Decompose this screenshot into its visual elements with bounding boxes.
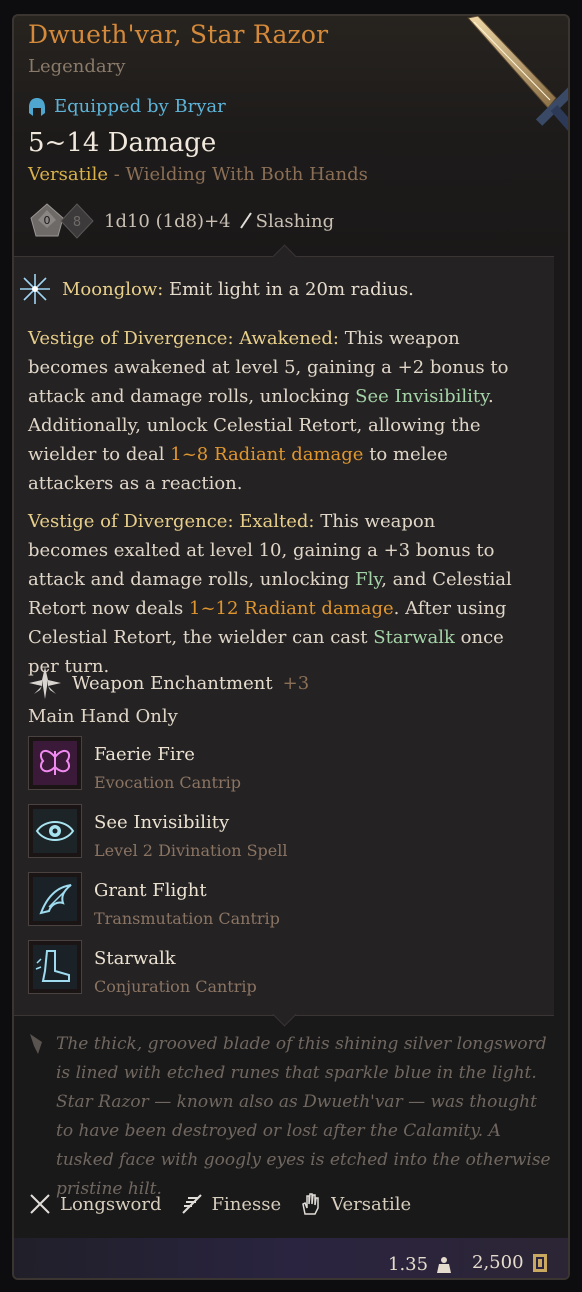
- item-tooltip: Dwueth'var, Star Razor Legendary Equippe…: [12, 14, 570, 1280]
- exalted-description: Vestige of Divergence: Exalted: This wea…: [28, 507, 518, 681]
- price-value: 2,500: [472, 1252, 524, 1273]
- equipped-status: Equipped by Bryar: [28, 96, 226, 117]
- property-label: Longsword: [60, 1193, 162, 1215]
- property-label: Versatile: [331, 1193, 412, 1215]
- awakened-damage: 1~8 Radiant damage: [170, 444, 364, 465]
- enchantment-label: Weapon Enchantment: [72, 672, 273, 694]
- spell-name: Starwalk: [94, 948, 176, 969]
- awakened-title: Vestige of Divergence: Awakened:: [28, 328, 339, 349]
- svg-text:0: 0: [44, 214, 51, 227]
- spell-name: Grant Flight: [94, 880, 207, 901]
- spell-faerie-fire[interactable]: Faerie Fire Evocation Cantrip: [28, 736, 241, 792]
- spell-school: Conjuration Cantrip: [94, 977, 257, 996]
- spell-school: Transmutation Cantrip: [94, 909, 280, 928]
- eye-icon: [28, 804, 82, 858]
- longsword-icon: [467, 16, 568, 131]
- enchantment-bonus: +3: [282, 672, 310, 694]
- exalted-title: Vestige of Divergence: Exalted:: [28, 511, 315, 532]
- d8-die-icon: 8: [60, 203, 94, 239]
- moonglow-passive[interactable]: Moonglow: Emit light in a 20m radius.: [18, 272, 414, 306]
- weight-icon: [437, 1256, 452, 1273]
- lore-text: The thick, grooved blade of this shining…: [56, 1034, 551, 1199]
- property-longsword[interactable]: Longsword: [28, 1192, 162, 1216]
- item-title: Dwueth'var, Star Razor: [28, 20, 329, 49]
- property-versatile[interactable]: Versatile: [299, 1192, 411, 1216]
- spell-grant-flight[interactable]: Grant Flight Transmutation Cantrip: [28, 872, 280, 928]
- gold-coins-icon: [532, 1253, 547, 1272]
- fly-link[interactable]: Fly: [355, 569, 381, 590]
- quill-icon: [30, 1034, 42, 1054]
- damage-range: 5~14 Damage: [28, 128, 217, 158]
- damage-type: Slashing: [255, 210, 335, 232]
- boot-icon: [28, 940, 82, 994]
- spell-see-invisibility[interactable]: See Invisibility Level 2 Divination Spel…: [28, 804, 288, 860]
- item-weight: 1.35: [388, 1254, 452, 1275]
- item-rarity: Legendary: [28, 56, 126, 77]
- versatile-detail: - Wielding With Both Hands: [107, 164, 368, 185]
- crossed-swords-icon: [30, 1194, 50, 1214]
- butterfly-icon: [28, 736, 82, 790]
- moonglow-desc: Emit light in a 20m radius.: [163, 278, 414, 300]
- spell-school: Level 2 Divination Spell: [94, 841, 288, 860]
- equipped-by-label: Equipped by Bryar: [54, 96, 226, 117]
- versatile-line: Versatile - Wielding With Both Hands: [28, 164, 368, 185]
- starburst-icon: [20, 274, 50, 304]
- enchantment-icon: [29, 667, 61, 699]
- item-price: 2,500: [472, 1252, 548, 1273]
- weapon-properties: Longsword Finesse Versatile: [28, 1192, 411, 1216]
- wing-icon: [28, 872, 82, 926]
- property-label: Finesse: [211, 1193, 282, 1215]
- damage-dice-line: 0 8 1d10 (1d8)+4 Slashing: [28, 202, 334, 240]
- spell-starwalk[interactable]: Starwalk Conjuration Cantrip: [28, 940, 257, 996]
- spell-name: See Invisibility: [94, 812, 230, 833]
- helmet-icon: [29, 97, 45, 116]
- see-invisibility-link[interactable]: See Invisibility: [355, 386, 488, 407]
- weight-value: 1.35: [388, 1254, 429, 1275]
- exalted-damage: 1~12 Radiant damage: [189, 598, 394, 619]
- spell-name: Faerie Fire: [94, 744, 195, 765]
- damage-roll: 1d10 (1d8)+4: [104, 210, 231, 232]
- finesse-icon: [181, 1194, 202, 1214]
- hand-icon: [302, 1193, 319, 1215]
- awakened-description: Vestige of Divergence: Awakened: This we…: [28, 324, 518, 498]
- weapon-enchantment: Weapon Enchantment +3: [28, 666, 309, 700]
- spell-school: Evocation Cantrip: [94, 773, 241, 792]
- property-finesse[interactable]: Finesse: [180, 1192, 282, 1216]
- svg-text:8: 8: [73, 215, 81, 230]
- moonglow-name: Moonglow:: [62, 278, 164, 300]
- main-hand-only-label: Main Hand Only: [28, 706, 178, 727]
- versatile-label: Versatile: [28, 164, 108, 185]
- slashing-icon: [239, 212, 252, 229]
- starwalk-link[interactable]: Starwalk: [373, 627, 455, 648]
